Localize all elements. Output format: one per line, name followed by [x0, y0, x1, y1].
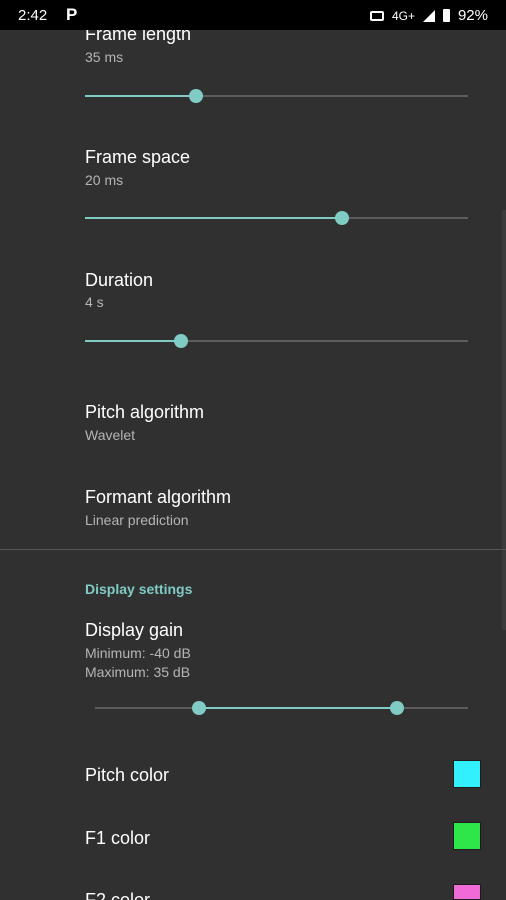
- frame-length-slider[interactable]: [85, 89, 468, 103]
- f2-color-title: F2 color: [85, 890, 151, 900]
- app-notification-icon: P: [66, 5, 78, 24]
- status-time: 2:42: [18, 7, 48, 24]
- slider-thumb[interactable]: [334, 211, 349, 225]
- frame-space-title: Frame space: [85, 147, 191, 167]
- display-gain-maximum: Maximum: 35 dB: [85, 664, 191, 680]
- slider-thumb-min[interactable]: [192, 701, 207, 715]
- section-divider: [0, 549, 506, 550]
- formant-algorithm-value: Linear prediction: [85, 512, 189, 528]
- frame-space-value: 20 ms: [85, 172, 124, 188]
- slider-thumb[interactable]: [189, 89, 204, 103]
- slider-fill: [85, 217, 342, 219]
- slider-thumb[interactable]: [173, 334, 188, 348]
- f2-color-swatch[interactable]: [453, 884, 481, 900]
- f1-color-swatch[interactable]: [453, 822, 481, 850]
- pitch-algorithm-value: Wavelet: [85, 427, 136, 443]
- settings-list[interactable]: Frame length 35 ms Frame space 20 ms Dur…: [0, 0, 506, 900]
- display-gain-minimum: Minimum: -40 dB: [85, 645, 191, 661]
- f1-color-title: F1 color: [85, 828, 151, 848]
- slider-fill: [199, 707, 398, 709]
- pitch-algorithm-title: Pitch algorithm: [85, 402, 205, 422]
- status-icons: 4G+ 92%: [369, 7, 488, 24]
- duration-value: 4 s: [85, 294, 104, 310]
- scrollbar[interactable]: [502, 210, 506, 630]
- network-type: 4G+: [391, 8, 415, 23]
- slider-fill: [85, 95, 197, 97]
- duration-slider[interactable]: [85, 334, 468, 348]
- duration-title: Duration: [85, 270, 154, 290]
- pitch-color-title: Pitch color: [85, 765, 170, 785]
- formant-algorithm-title: Formant algorithm: [85, 487, 232, 507]
- status-bar: 2:42 P 4G+ 92%: [0, 0, 506, 30]
- signal-icon: [422, 9, 435, 22]
- frame-length-value: 35 ms: [85, 49, 124, 65]
- frame-space-slider[interactable]: [85, 211, 468, 225]
- settings-screen: 2:42 P 4G+ 92% Frame length 35 ms Frame …: [0, 0, 506, 900]
- slider-thumb-max[interactable]: [390, 701, 405, 715]
- display-settings-header: Display settings: [85, 581, 193, 597]
- slider-fill: [85, 340, 181, 342]
- display-gain-range-slider[interactable]: [95, 701, 468, 715]
- battery-percent: 92%: [457, 7, 488, 24]
- display-gain-title: Display gain: [85, 620, 184, 640]
- vibrate-icon: [369, 10, 384, 21]
- pitch-color-swatch[interactable]: [453, 760, 481, 788]
- battery-icon: [442, 9, 450, 22]
